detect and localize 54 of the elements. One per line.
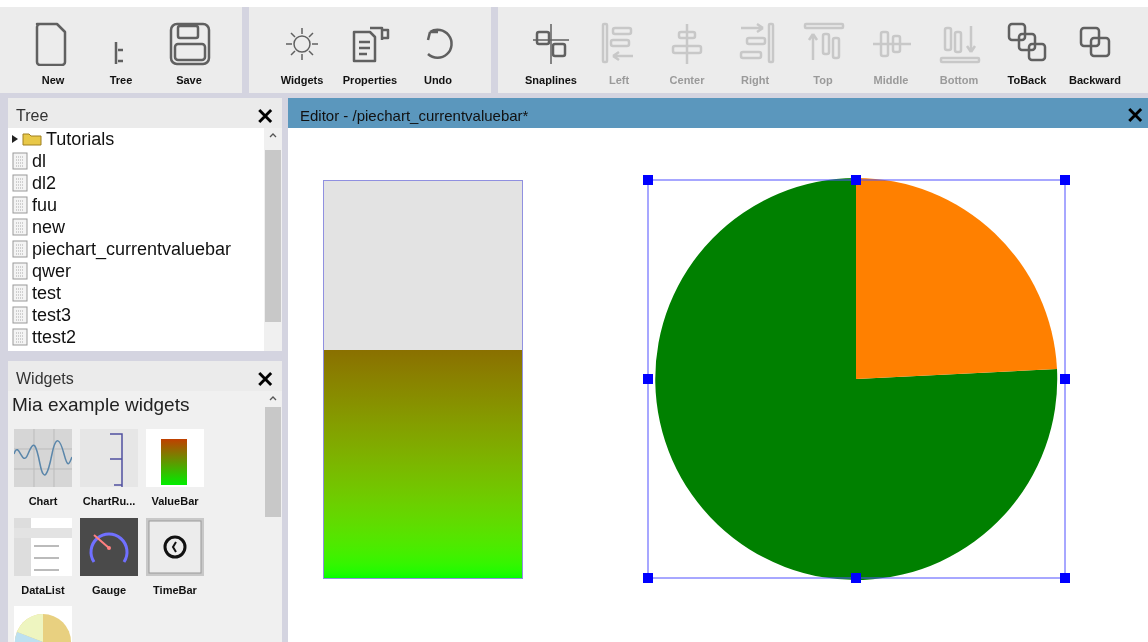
widget-item[interactable]: DataList bbox=[12, 517, 74, 598]
file-icon bbox=[12, 328, 28, 346]
tree-item[interactable]: Tutorials bbox=[12, 128, 264, 150]
tree-item[interactable]: test3 bbox=[12, 304, 264, 326]
timebar-thumbnail bbox=[146, 517, 204, 576]
tree-item[interactable]: dl bbox=[12, 150, 264, 172]
widget-item[interactable]: TimeBar bbox=[144, 517, 206, 598]
toolbar-button[interactable]: Snaplines bbox=[523, 19, 579, 88]
toolbar-button[interactable]: Widgets bbox=[274, 19, 330, 88]
widget-item[interactable]: Gauge bbox=[78, 517, 140, 598]
ruler-thumbnail bbox=[80, 429, 138, 487]
close-button[interactable]: ✕ bbox=[1126, 105, 1144, 127]
tree-item[interactable]: ttest2 bbox=[12, 326, 264, 348]
scrollbar-thumb[interactable] bbox=[265, 407, 281, 517]
widget-item[interactable]: ChartRu... bbox=[78, 429, 140, 510]
file-icon bbox=[12, 152, 28, 170]
value-bar[interactable] bbox=[323, 180, 523, 579]
file-icon bbox=[12, 284, 28, 302]
gauge-thumbnail bbox=[80, 517, 138, 576]
folder-icon bbox=[22, 132, 42, 146]
file-icon bbox=[12, 262, 28, 280]
file-icon bbox=[12, 196, 28, 214]
toolbar-button[interactable]: Tree bbox=[93, 39, 149, 88]
toolbar-button[interactable]: ToBack bbox=[999, 19, 1055, 88]
toolbar-button[interactable]: New bbox=[25, 19, 81, 88]
panel-title: Widgets bbox=[16, 369, 74, 389]
editor-title: Editor - /piechart_currentvaluebar* bbox=[300, 105, 529, 126]
file-icon bbox=[12, 306, 28, 324]
toolbar-button[interactable]: Backward bbox=[1067, 19, 1123, 88]
close-button[interactable]: ✕ bbox=[256, 106, 274, 128]
tree-item[interactable]: test bbox=[12, 282, 264, 304]
tree-item[interactable]: piechart_currentvaluebar bbox=[12, 238, 264, 260]
toolbar-button[interactable]: Save bbox=[161, 19, 217, 88]
expand-arrow-icon[interactable] bbox=[12, 135, 18, 143]
close-button[interactable]: ✕ bbox=[256, 369, 274, 391]
toolbar-button[interactable]: Undo bbox=[410, 19, 466, 88]
file-icon bbox=[12, 174, 28, 192]
widget-group-title: Mia example widgets bbox=[12, 393, 191, 417]
file-icon bbox=[12, 240, 28, 258]
pie-slice[interactable] bbox=[856, 178, 1057, 379]
widget-item[interactable]: Chart bbox=[12, 429, 74, 510]
tree-item[interactable]: fuu bbox=[12, 194, 264, 216]
tree-item[interactable]: new bbox=[12, 216, 264, 238]
valuebar-thumbnail bbox=[146, 429, 204, 487]
toolbar-button[interactable]: Properties bbox=[342, 19, 398, 88]
datalist-thumbnail bbox=[14, 517, 72, 576]
scrollbar[interactable] bbox=[264, 128, 282, 351]
tree-item[interactable]: qwer bbox=[12, 260, 264, 282]
widget-item[interactable]: ValueBar bbox=[144, 429, 206, 510]
file-icon bbox=[12, 218, 28, 236]
tree-item[interactable]: dl2 bbox=[12, 172, 264, 194]
panel-title: Tree bbox=[16, 106, 49, 126]
scrollbar-thumb[interactable] bbox=[265, 150, 281, 322]
chart-thumbnail bbox=[14, 429, 72, 487]
